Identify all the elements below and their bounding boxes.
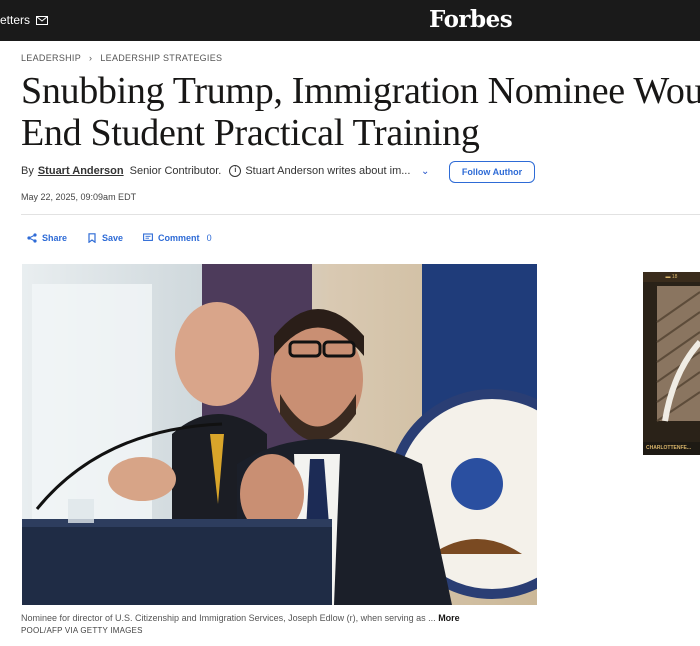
ad-brand-text: CHARLOTTENFE...	[646, 445, 691, 451]
newsletters-label: etters	[0, 13, 31, 27]
chevron-right-icon: ›	[89, 53, 93, 63]
photo-caption: Nominee for director of U.S. Citizenship…	[21, 613, 460, 623]
breadcrumb: LEADERSHIP › LEADERSHIP STRATEGIES	[21, 53, 222, 63]
ad-top-strip: ▬ 18	[643, 272, 700, 282]
share-icon	[27, 233, 37, 243]
photo-illustration	[22, 264, 537, 605]
divider	[21, 214, 700, 215]
follow-author-button[interactable]: Follow Author	[449, 161, 535, 183]
article-headline: Snubbing Trump, Immigration Nominee Woul…	[21, 70, 700, 154]
newsletters-link[interactable]: etters	[0, 13, 49, 27]
breadcrumb-leadership-strategies[interactable]: LEADERSHIP STRATEGIES	[100, 53, 222, 63]
headline-line-1: Snubbing Trump, Immigration Nominee Woul…	[21, 70, 700, 112]
advertisement[interactable]: ▬ 18 CHARLOTTENFE...	[643, 272, 700, 455]
author-link[interactable]: Stuart Anderson	[38, 165, 124, 177]
headline-line-2: End Student Practical Training	[21, 112, 480, 154]
photo-credit: POOL/AFP VIA GETTY IMAGES	[21, 626, 143, 635]
comment-count: 0	[206, 233, 212, 243]
comment-label: Comment	[158, 233, 200, 243]
caption-text: Nominee for director of U.S. Citizenship…	[21, 613, 436, 623]
info-icon[interactable]: i	[229, 165, 242, 177]
share-button[interactable]: Share	[27, 233, 67, 243]
bookmark-icon	[88, 233, 96, 243]
comment-button[interactable]: Comment 0	[143, 233, 212, 243]
publish-date: May 22, 2025, 09:09am EDT	[21, 192, 137, 202]
forbes-logo[interactable]: Forbes	[429, 6, 513, 33]
ad-image	[643, 282, 700, 442]
comment-icon	[143, 233, 153, 241]
save-button[interactable]: Save	[87, 233, 123, 243]
article-actions: Share Save Comment 0	[27, 233, 232, 243]
save-label: Save	[102, 233, 124, 243]
by-label: By	[21, 165, 34, 177]
caption-more-link[interactable]: More	[438, 613, 460, 623]
breadcrumb-leadership[interactable]: LEADERSHIP	[21, 53, 81, 63]
byline: By Stuart Anderson Senior Contributor. i…	[21, 165, 415, 177]
article-photo[interactable]	[22, 264, 537, 605]
share-label: Share	[42, 233, 68, 243]
chevron-down-icon[interactable]: ⌄	[421, 166, 429, 177]
mail-icon	[36, 15, 49, 25]
top-navigation-bar: etters Forbes	[0, 0, 700, 41]
author-about[interactable]: Stuart Anderson writes about im...	[245, 165, 415, 177]
author-role: Senior Contributor.	[129, 165, 222, 177]
